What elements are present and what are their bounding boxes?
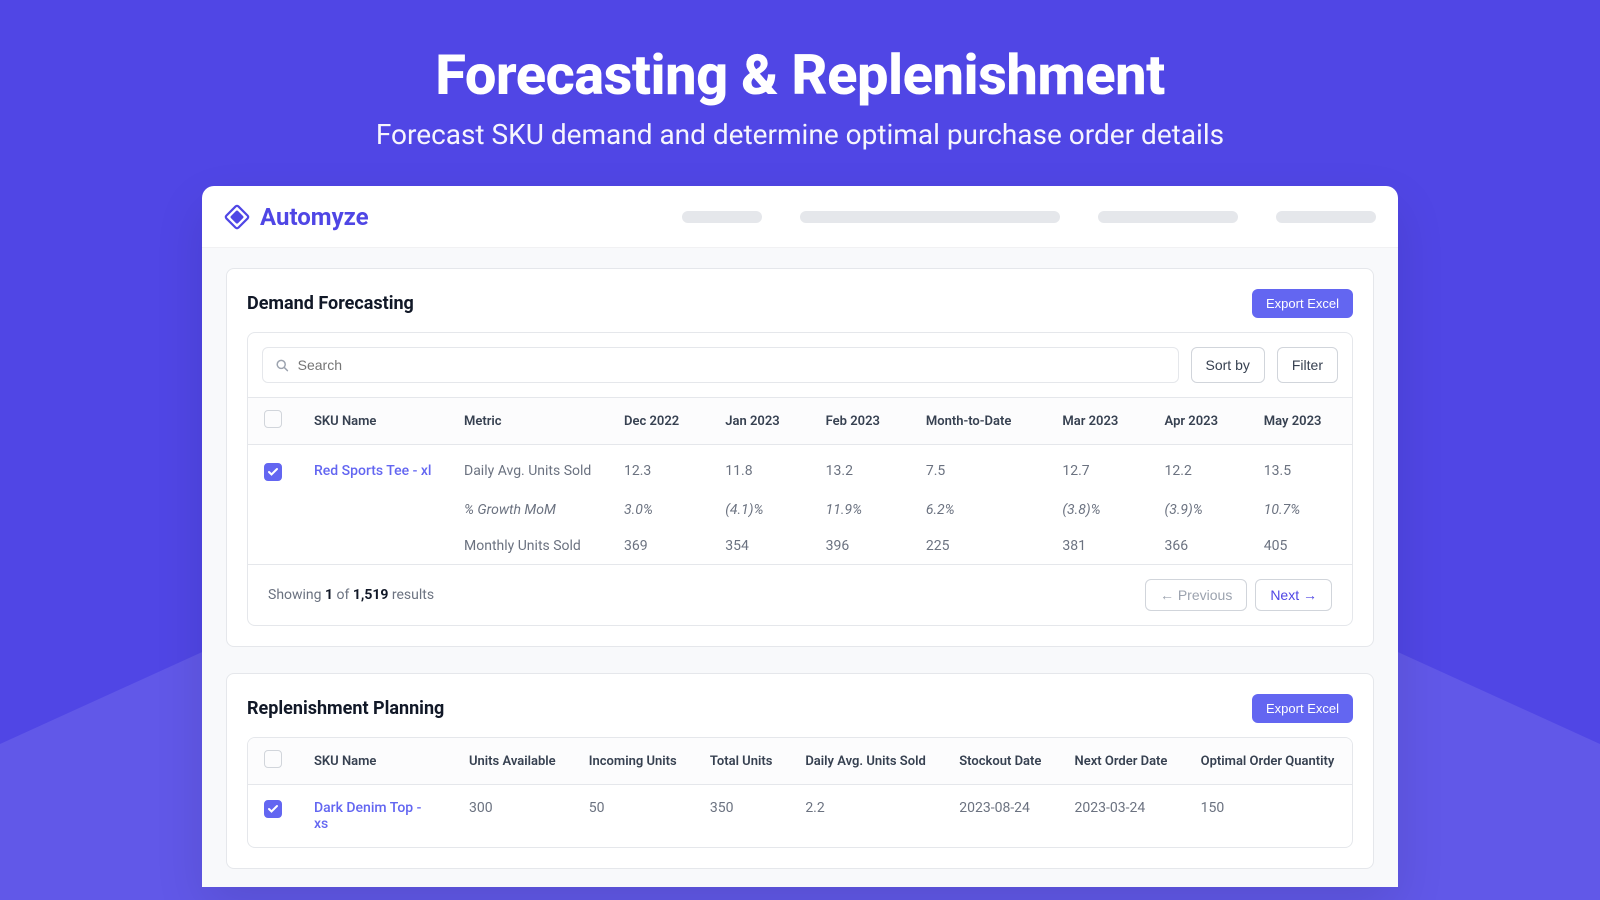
metric-label: % Growth MoM — [448, 492, 608, 528]
cell: 2023-03-24 — [1059, 785, 1185, 848]
metric-label: Monthly Units Sold — [448, 528, 608, 564]
cell: 396 — [810, 528, 910, 564]
cell: 2.2 — [789, 785, 943, 848]
nav-placeholder — [800, 211, 1060, 223]
nav-placeholder — [682, 211, 762, 223]
cell: 12.2 — [1149, 445, 1248, 493]
row-checkbox[interactable] — [264, 463, 282, 481]
col-optimal-order-qty: Optimal Order Quantity — [1185, 738, 1352, 785]
col-jan-2023: Jan 2023 — [709, 398, 809, 445]
cell: (3.8)% — [1046, 492, 1148, 528]
search-icon — [275, 358, 290, 373]
arrow-left-icon: ← — [1160, 587, 1174, 603]
cell: 300 — [453, 785, 573, 848]
cell: 7.5 — [910, 445, 1047, 493]
search-input[interactable] — [298, 357, 1166, 373]
cell: 6.2% — [910, 492, 1047, 528]
col-units-available: Units Available — [453, 738, 573, 785]
nav-placeholder — [1098, 211, 1238, 223]
col-next-order-date: Next Order Date — [1059, 738, 1185, 785]
card-title: Replenishment Planning — [247, 698, 444, 719]
col-daily-avg-sold: Daily Avg. Units Sold — [789, 738, 943, 785]
cell: 10.7% — [1248, 492, 1352, 528]
cell: 405 — [1248, 528, 1352, 564]
cell: 12.7 — [1046, 445, 1148, 493]
col-mar-2023: Mar 2023 — [1046, 398, 1148, 445]
cell: 225 — [910, 528, 1047, 564]
cell: 150 — [1185, 785, 1352, 848]
cell: 50 — [573, 785, 694, 848]
col-stockout-date: Stockout Date — [943, 738, 1058, 785]
cell: 354 — [709, 528, 809, 564]
brand: Automyze — [224, 203, 369, 231]
table-row: % Growth MoM 3.0% (4.1)% 11.9% 6.2% (3.8… — [248, 492, 1352, 528]
hero-subtitle: Forecast SKU demand and determine optima… — [0, 118, 1600, 151]
col-dec-2022: Dec 2022 — [608, 398, 709, 445]
cell: 350 — [694, 785, 789, 848]
cell: 13.5 — [1248, 445, 1352, 493]
cell: (4.1)% — [709, 492, 809, 528]
cell: 2023-08-24 — [943, 785, 1058, 848]
content: Demand Forecasting Export Excel Sort by … — [202, 248, 1398, 887]
brand-name: Automyze — [260, 203, 369, 231]
table-row: Red Sports Tee - xl Daily Avg. Units Sol… — [248, 445, 1352, 493]
cell: 366 — [1149, 528, 1248, 564]
col-apr-2023: Apr 2023 — [1149, 398, 1248, 445]
sku-link[interactable]: Dark Denim Top - xs — [314, 800, 421, 832]
topbar: Automyze — [202, 186, 1398, 248]
pagination-text: Showing 1 of 1,519 results — [268, 587, 434, 603]
nav-placeholders — [682, 211, 1376, 223]
sku-link[interactable]: Red Sports Tee - xl — [314, 463, 432, 479]
cell: 381 — [1046, 528, 1148, 564]
cell: 12.3 — [608, 445, 709, 493]
arrow-right-icon: → — [1303, 587, 1317, 603]
cell: 13.2 — [810, 445, 910, 493]
search-field[interactable] — [262, 347, 1179, 383]
col-may-2023: May 2023 — [1248, 398, 1352, 445]
next-button[interactable]: Next → — [1255, 579, 1332, 611]
col-total-units: Total Units — [694, 738, 789, 785]
app-window: Automyze Demand Forecasting Export Excel — [202, 186, 1398, 887]
select-all-checkbox[interactable] — [264, 410, 282, 428]
previous-button[interactable]: ← Previous — [1145, 579, 1247, 611]
export-excel-button[interactable]: Export Excel — [1252, 694, 1353, 723]
pagination: Showing 1 of 1,519 results ← Previous Ne… — [248, 564, 1352, 625]
sort-by-button[interactable]: Sort by — [1191, 347, 1265, 383]
forecast-table: SKU Name Metric Dec 2022 Jan 2023 Feb 20… — [248, 397, 1352, 564]
card-title: Demand Forecasting — [247, 293, 414, 314]
select-all-checkbox[interactable] — [264, 750, 282, 768]
cell: 3.0% — [608, 492, 709, 528]
cell: (3.9)% — [1149, 492, 1248, 528]
col-month-to-date: Month-to-Date — [910, 398, 1047, 445]
replenishment-table: SKU Name Units Available Incoming Units … — [248, 738, 1352, 847]
col-metric: Metric — [448, 398, 608, 445]
cell: 11.8 — [709, 445, 809, 493]
col-incoming-units: Incoming Units — [573, 738, 694, 785]
table-row: Dark Denim Top - xs 300 50 350 2.2 2023-… — [248, 785, 1352, 848]
brand-logo-icon — [224, 204, 250, 230]
col-sku-name: SKU Name — [298, 738, 453, 785]
export-excel-button[interactable]: Export Excel — [1252, 289, 1353, 318]
cell: 11.9% — [810, 492, 910, 528]
col-sku-name: SKU Name — [298, 398, 448, 445]
table-row: Monthly Units Sold 369 354 396 225 381 3… — [248, 528, 1352, 564]
cell: 369 — [608, 528, 709, 564]
forecast-panel: Sort by Filter SKU Name Metric Dec 2022 … — [247, 332, 1353, 626]
col-feb-2023: Feb 2023 — [810, 398, 910, 445]
hero-title: Forecasting & Replenishment — [0, 42, 1600, 108]
filter-button[interactable]: Filter — [1277, 347, 1338, 383]
nav-placeholder — [1276, 211, 1376, 223]
hero: Forecasting & Replenishment Forecast SKU… — [0, 0, 1600, 151]
replenishment-planning-card: Replenishment Planning Export Excel SKU … — [226, 673, 1374, 869]
row-checkbox[interactable] — [264, 800, 282, 818]
metric-label: Daily Avg. Units Sold — [448, 445, 608, 493]
demand-forecasting-card: Demand Forecasting Export Excel Sort by … — [226, 268, 1374, 647]
